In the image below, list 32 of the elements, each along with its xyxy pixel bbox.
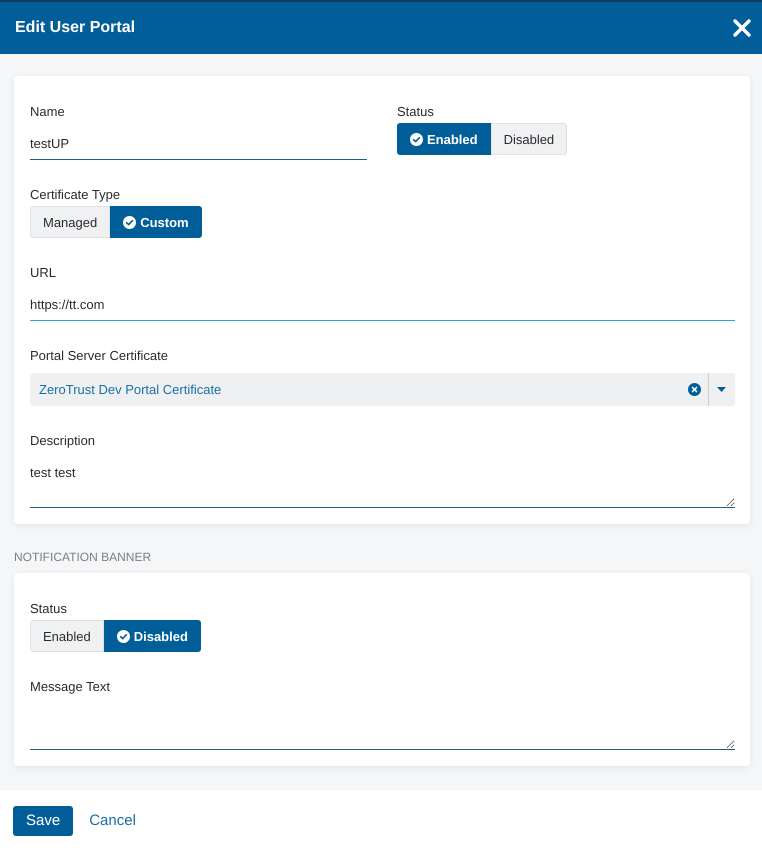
url-input[interactable]: https://tt.com xyxy=(30,289,735,321)
dropdown-button[interactable] xyxy=(717,387,726,392)
check-circle-icon xyxy=(123,216,136,228)
status-toggle[interactable]: Enabled xyxy=(397,123,491,155)
field-label: URL xyxy=(30,265,56,281)
dialog-title: Edit User Portal xyxy=(15,19,136,37)
check-circle-icon xyxy=(410,132,423,146)
close-icon xyxy=(732,18,752,38)
field-label: Name xyxy=(30,104,65,120)
close-button[interactable] xyxy=(732,18,752,38)
field-label: Message Text xyxy=(30,679,110,695)
status-toggle[interactable]: Disabled xyxy=(490,123,568,155)
check-circle-icon xyxy=(116,630,130,642)
certificate-type-toggle[interactable]: Managed xyxy=(30,206,110,238)
description-textarea[interactable]: test test xyxy=(30,457,735,508)
field-label: Portal Server Certificate xyxy=(30,348,168,364)
save-button[interactable]: Save xyxy=(13,806,74,836)
caret-down-icon xyxy=(717,387,726,392)
field-label: Description xyxy=(30,433,96,449)
field-label: Status xyxy=(397,104,434,120)
field-label: Status xyxy=(30,601,67,617)
banner-status-toggle[interactable]: Enabled xyxy=(30,620,104,652)
banner-status-toggle[interactable]: Disabled xyxy=(104,620,201,652)
clear-button[interactable] xyxy=(688,383,701,396)
section-heading: NOTIFICATION BANNER xyxy=(14,550,152,564)
certificate-type-toggle[interactable]: Custom xyxy=(110,206,202,238)
cancel-link[interactable]: Cancel xyxy=(89,806,136,836)
select-value: ZeroTrust Dev Portal Certificate xyxy=(39,382,222,397)
certificate-select[interactable]: ZeroTrust Dev Portal Certificate xyxy=(30,373,735,406)
clear-icon xyxy=(688,383,701,396)
name-input[interactable]: testUP xyxy=(30,128,367,160)
field-label: Certificate Type xyxy=(30,187,120,203)
